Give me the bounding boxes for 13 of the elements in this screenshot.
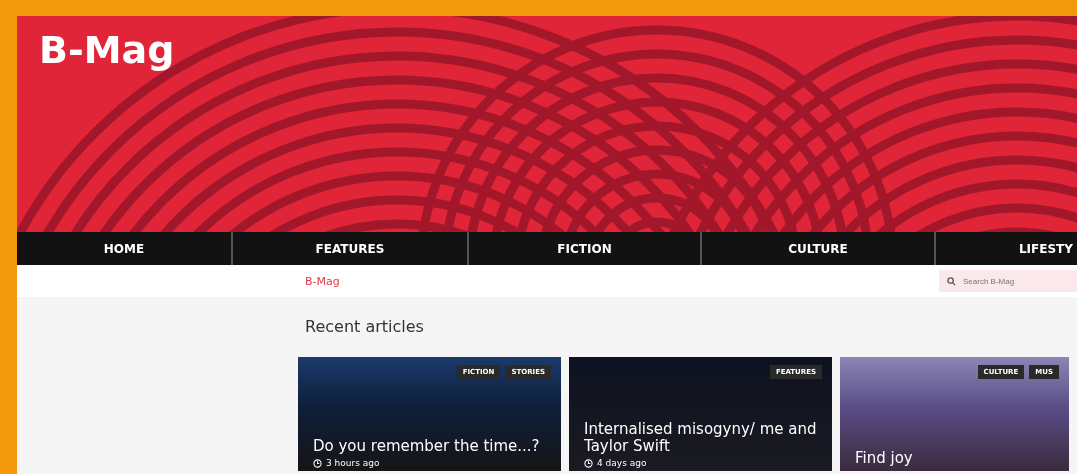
section-heading: Recent articles [304,316,425,337]
article-title[interactable]: Internalised misogyny/ me and Taylor Swift [584,421,822,455]
search-field[interactable]: Search B-Mag [939,270,1077,292]
article-time: 4 days ago [597,458,647,468]
breadcrumb-link[interactable]: B-Mag [305,274,340,288]
clock-icon [313,458,322,468]
article-title[interactable]: Find joy [855,450,1059,467]
article-time: 3 hours ago [326,458,380,468]
clock-icon [584,458,593,468]
article-title[interactable]: Do you remember the time...? [313,438,551,455]
nav-link[interactable]: HOME [17,232,231,265]
search-icon [947,277,956,286]
site-logo[interactable]: B-Mag [39,28,175,72]
